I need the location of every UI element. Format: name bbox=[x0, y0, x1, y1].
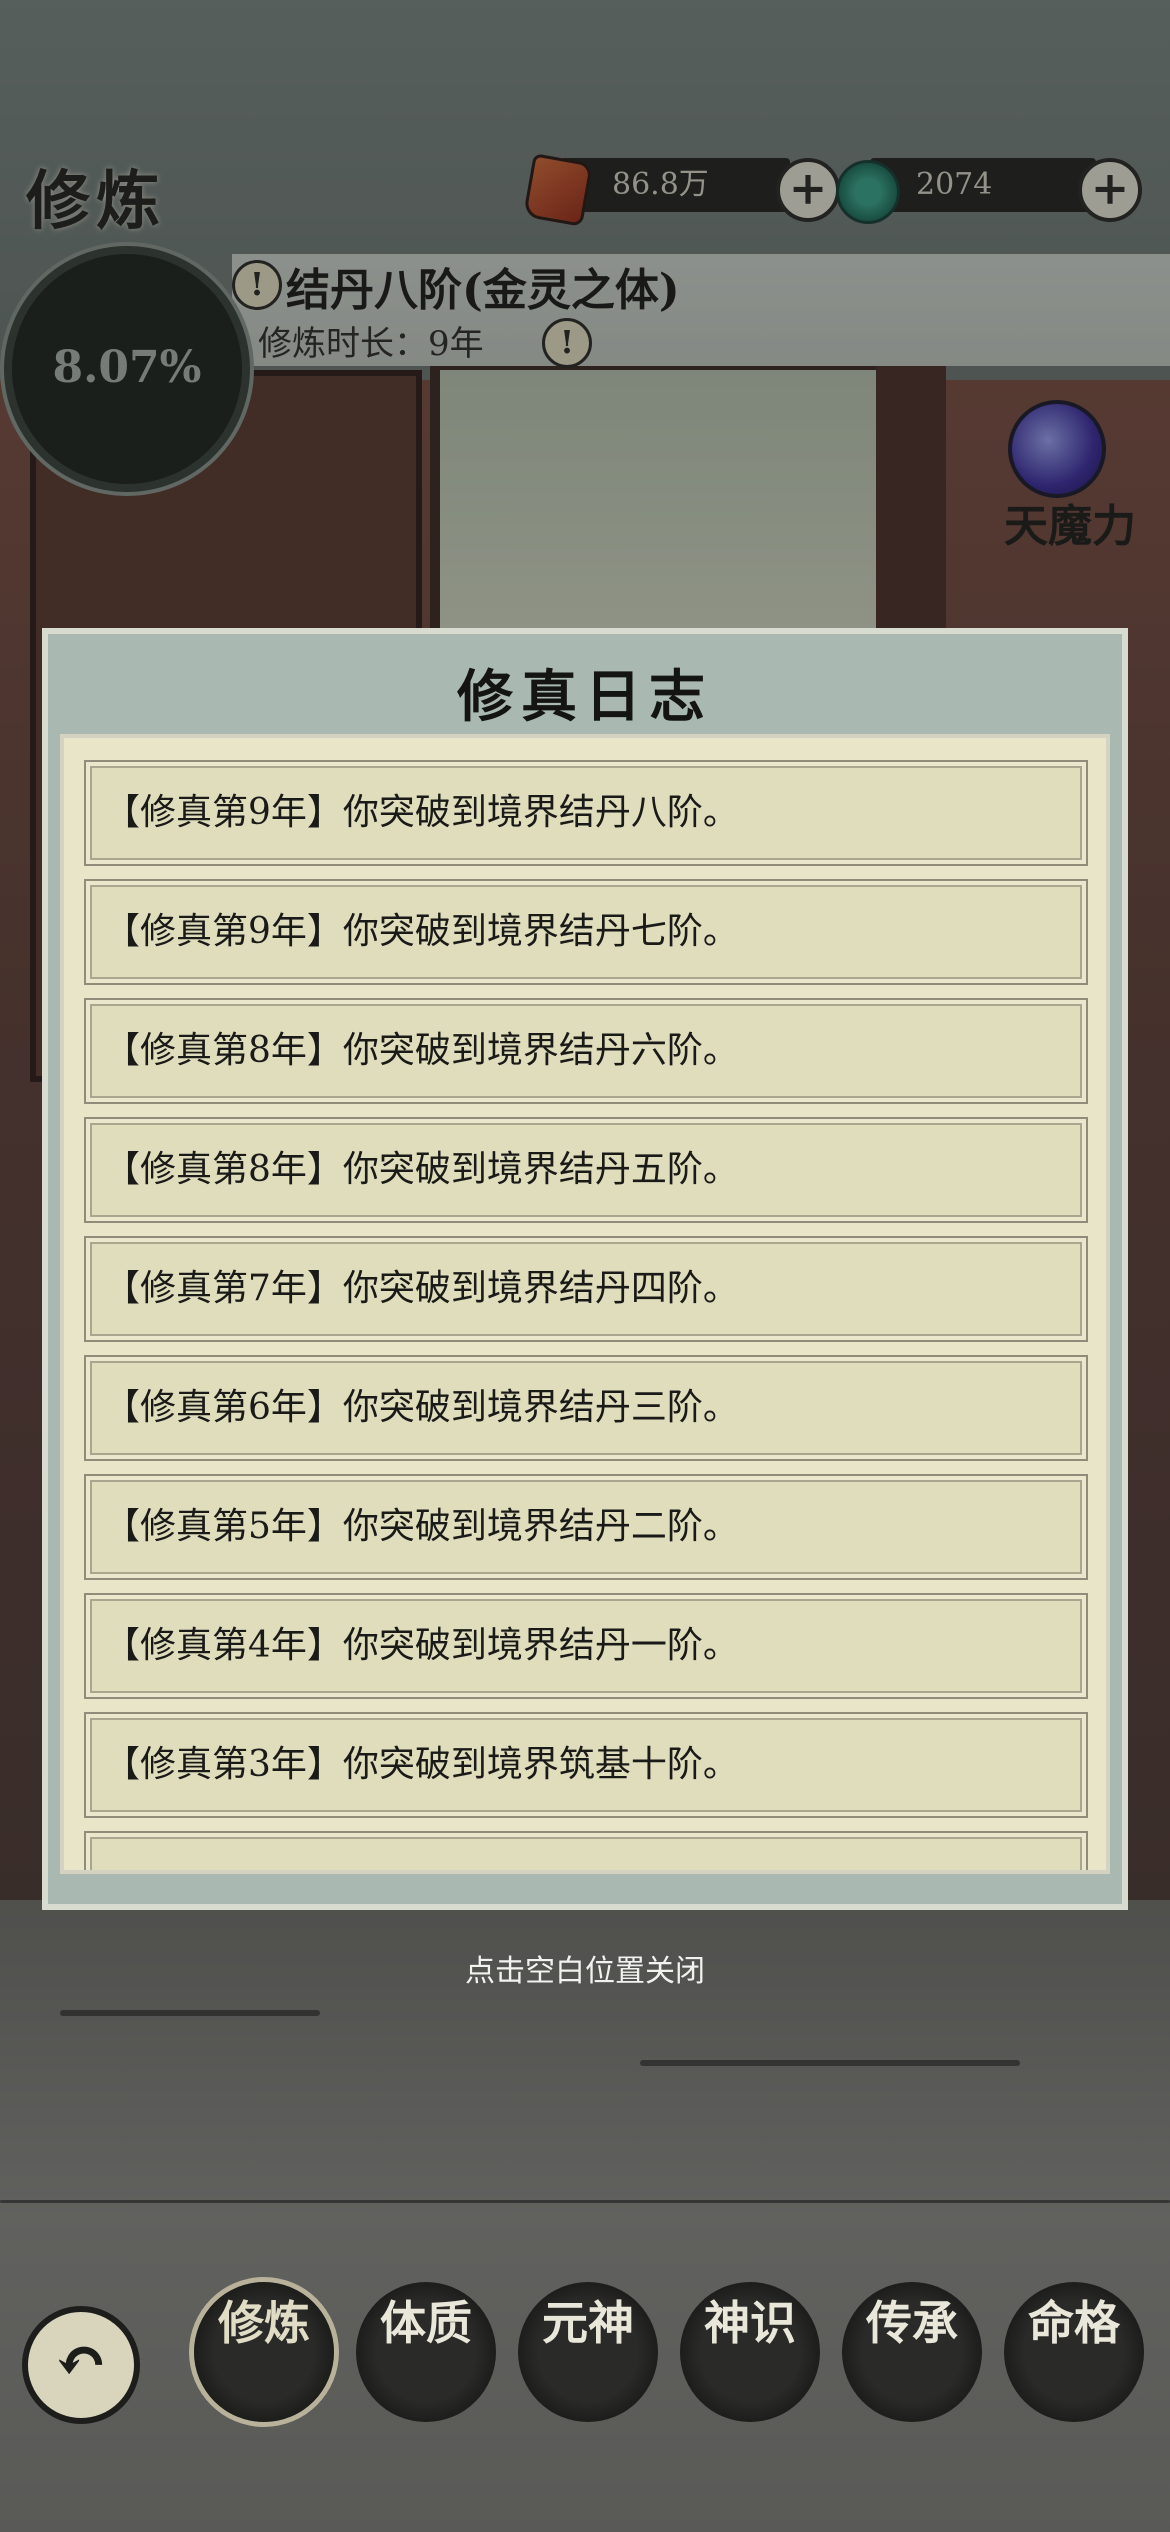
log-list[interactable]: 【修真第9年】你突破到境界结丹八阶。 【修真第9年】你突破到境界结丹七阶。 【修… bbox=[60, 734, 1110, 1874]
log-entry-text: 【修真第8年】你突破到境界结丹五阶。 bbox=[104, 1149, 739, 1190]
cultivation-log-dialog: 修真日志 【修真第9年】你突破到境界结丹八阶。 【修真第9年】你突破到境界结丹七… bbox=[42, 628, 1128, 1910]
nav-cultivation[interactable]: 修炼 bbox=[194, 2282, 334, 2422]
log-entry-text: 【修真第9年】你突破到境界结丹八阶。 bbox=[104, 792, 739, 833]
nav-destiny[interactable]: 命格 bbox=[1004, 2282, 1144, 2422]
dialog-title: 修真日志 bbox=[457, 664, 713, 730]
nav-constitution[interactable]: 体质 bbox=[356, 2282, 496, 2422]
log-entry-text: 【修真第6年】你突破到境界结丹三阶。 bbox=[104, 1387, 739, 1428]
close-hint: 点击空白位置关闭 bbox=[465, 1954, 705, 1989]
nav-label: 元神 bbox=[542, 2296, 634, 2350]
log-entry: 【修真第6年】你突破到境界结丹三阶。 bbox=[84, 1355, 1088, 1461]
log-entry-text: 【修真第8年】你突破到境界结丹六阶。 bbox=[104, 1030, 739, 1071]
log-entry-partial bbox=[84, 1831, 1088, 1870]
log-entry: 【修真第9年】你突破到境界结丹八阶。 bbox=[84, 760, 1088, 866]
log-entry: 【修真第3年】你突破到境界筑基十阶。 bbox=[84, 1712, 1088, 1818]
log-entry-text: 【修真第9年】你突破到境界结丹七阶。 bbox=[104, 911, 739, 952]
nav-label: 神识 bbox=[704, 2296, 796, 2350]
nav-label: 体质 bbox=[380, 2296, 472, 2350]
back-arrow-icon: ↶ bbox=[54, 2324, 108, 2399]
log-entry-text: 【修真第7年】你突破到境界结丹四阶。 bbox=[104, 1268, 739, 1309]
back-button[interactable]: ↶ bbox=[22, 2306, 140, 2424]
nav-primordial-spirit[interactable]: 元神 bbox=[518, 2282, 658, 2422]
log-entry: 【修真第9年】你突破到境界结丹七阶。 bbox=[84, 879, 1088, 985]
log-entry-text: 【修真第3年】你突破到境界筑基十阶。 bbox=[104, 1744, 739, 1785]
nav-label: 修炼 bbox=[218, 2296, 310, 2350]
log-entry: 【修真第8年】你突破到境界结丹五阶。 bbox=[84, 1117, 1088, 1223]
log-entry: 【修真第8年】你突破到境界结丹六阶。 bbox=[84, 998, 1088, 1104]
log-entry: 【修真第7年】你突破到境界结丹四阶。 bbox=[84, 1236, 1088, 1342]
log-entry: 【修真第5年】你突破到境界结丹二阶。 bbox=[84, 1474, 1088, 1580]
log-entry-text: 【修真第4年】你突破到境界结丹一阶。 bbox=[104, 1625, 739, 1666]
nav-inheritance[interactable]: 传承 bbox=[842, 2282, 982, 2422]
nav-label: 传承 bbox=[866, 2296, 958, 2350]
nav-divine-sense[interactable]: 神识 bbox=[680, 2282, 820, 2422]
log-entry-text: 【修真第5年】你突破到境界结丹二阶。 bbox=[104, 1506, 739, 1547]
nav-label: 命格 bbox=[1028, 2296, 1120, 2350]
log-entry: 【修真第4年】你突破到境界结丹一阶。 bbox=[84, 1593, 1088, 1699]
